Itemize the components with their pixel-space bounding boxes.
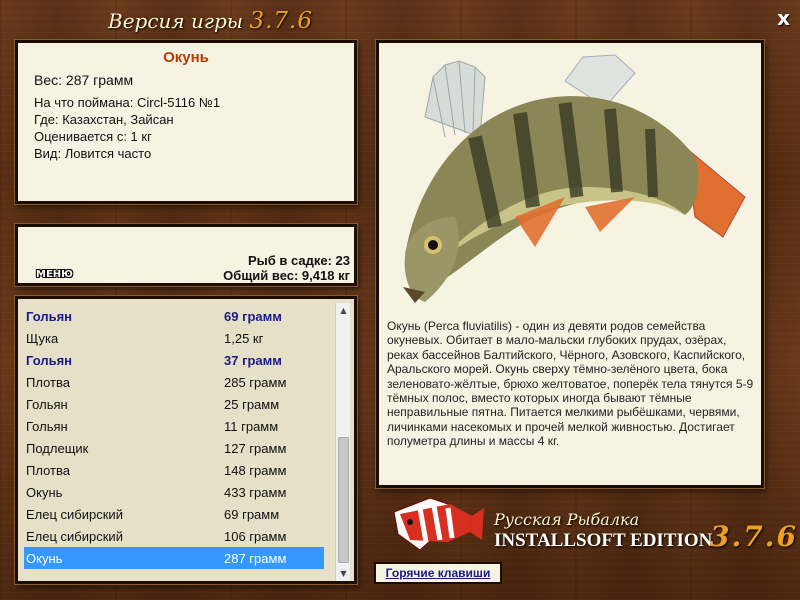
- catch-list-item[interactable]: Плотва 148 грамм: [24, 459, 324, 481]
- fish-name: Окунь: [163, 49, 209, 66]
- catch-item-name: Подлещик: [26, 440, 89, 456]
- catch-info-panel: Окунь Вес: 287 грамм На что поймана: Cir…: [15, 40, 357, 204]
- catch-item-weight: 69 грамм: [224, 308, 282, 324]
- catch-list-item[interactable]: Окунь 433 грамм: [24, 481, 324, 503]
- fish-logo-icon: [393, 497, 484, 551]
- keepnet-stats-panel: МЕНЮ Рыб в садке: 23 Общий вес: 9,418 кг: [15, 224, 357, 286]
- catch-item-weight: 433 грамм: [224, 484, 287, 500]
- brand-title: Русская Рыбалка: [494, 510, 640, 529]
- catch-item-weight: 37 грамм: [224, 352, 282, 368]
- catch-list-item[interactable]: Гольян 37 грамм: [24, 349, 324, 371]
- catch-item-name: Елец сибирский: [26, 528, 123, 544]
- catch-item-name: Щука: [26, 330, 59, 346]
- fish-description: Окунь (Perca fluviatilis) - один из девя…: [387, 319, 754, 449]
- fish-bait: На что поймана: Circl-5116 №1: [34, 95, 221, 110]
- catch-list: Гольян 69 грамм Щука 1,25 кг Гольян 37 грамм П…: [24, 305, 324, 569]
- total-weight: Общий вес: 9,418 кг: [223, 268, 350, 283]
- keepnet-stats: Рыб в садке: 23 Общий вес: 9,418 кг: [223, 253, 350, 283]
- scroll-down-icon[interactable]: ▼: [336, 566, 351, 581]
- title-version: 3.7.6: [249, 8, 313, 34]
- catch-list-item[interactable]: Щука 1,25 кг: [24, 327, 324, 349]
- catch-item-weight: 106 грамм: [224, 528, 287, 544]
- brand-edition: INSTALLSOFT EDITION: [494, 530, 713, 551]
- catch-item-weight: 11 грамм: [224, 418, 279, 434]
- catch-item-weight: 148 грамм: [224, 462, 287, 478]
- catch-list-item[interactable]: Гольян 25 грамм: [24, 393, 324, 415]
- fish-detail-panel: Окунь (Perca fluviatilis) - один из девя…: [376, 40, 764, 488]
- catch-item-name: Гольян: [26, 352, 73, 368]
- menu-button[interactable]: МЕНЮ: [36, 269, 73, 280]
- brand-logo: Русская Рыбалка INSTALLSOFT EDITION 3.7.…: [390, 490, 796, 562]
- fish-weight: Вес: 287 грамм: [34, 72, 134, 88]
- catch-list-item[interactable]: Гольян 11 грамм: [24, 415, 324, 437]
- list-scrollbar[interactable]: ▲ ▼: [335, 303, 350, 581]
- catch-item-name: Плотва: [26, 462, 70, 478]
- catch-list-item[interactable]: Гольян 69 грамм: [24, 305, 324, 327]
- catch-item-name: Елец сибирский: [26, 506, 123, 522]
- catch-item-weight: 69 грамм: [224, 506, 280, 522]
- catch-list-item[interactable]: Подлещик 127 грамм: [24, 437, 324, 459]
- title-text: Версия игры: [108, 9, 244, 33]
- catch-list-item[interactable]: Плотва 285 грамм: [24, 371, 324, 393]
- fish-count: Рыб в садке: 23: [247, 253, 350, 268]
- catch-item-name: Гольян: [26, 396, 68, 412]
- catch-item-weight: 287 грамм: [224, 550, 287, 566]
- catch-item-weight: 1,25 кг: [224, 330, 264, 346]
- perch-image: [403, 54, 746, 303]
- catch-item-name: Плотва: [26, 374, 70, 390]
- catch-list-panel: Гольян 69 грамм Щука 1,25 кг Гольян 37 грамм П…: [15, 296, 357, 584]
- catch-item-name: Гольян: [26, 308, 73, 324]
- scroll-thumb[interactable]: [338, 437, 349, 563]
- catch-list-item[interactable]: Елец сибирский 69 грамм: [24, 503, 324, 525]
- close-icon: x: [777, 6, 790, 30]
- brand-version: 3.7.6: [710, 520, 798, 553]
- catch-item-weight: 127 грамм: [224, 440, 287, 456]
- catch-item-weight: 25 грамм: [224, 396, 280, 412]
- fish-location: Где: Казахстан, Зайсан: [34, 112, 174, 127]
- fish-frequency: Вид: Ловится часто: [34, 146, 152, 161]
- catch-item-name: Окунь: [26, 484, 63, 500]
- hotkeys-button[interactable]: Горячие клавиши: [374, 562, 502, 584]
- catch-list-item[interactable]: Елец сибирский 106 грамм: [24, 525, 324, 547]
- close-button[interactable]: x: [777, 6, 790, 30]
- catch-list-item[interactable]: Окунь 287 грамм: [24, 547, 324, 569]
- fish-rated-from: Оценивается с: 1 кг: [34, 129, 152, 144]
- catch-item-name: Окунь: [26, 550, 63, 566]
- catch-item-name: Гольян: [26, 418, 68, 434]
- catch-item-weight: 285 грамм: [224, 374, 287, 390]
- window-title: Версия игры 3.7.6: [108, 8, 313, 34]
- scroll-up-icon[interactable]: ▲: [336, 303, 351, 318]
